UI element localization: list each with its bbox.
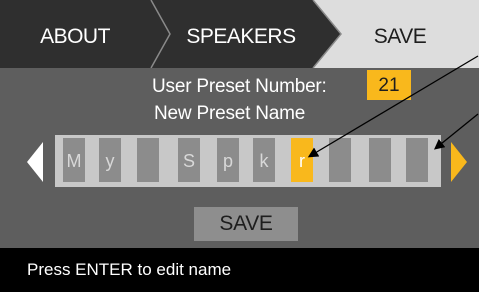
status-message: Press ENTER to edit name bbox=[27, 260, 232, 279]
preset-save-screen: ABOUT SPEAKERS SAVE User Preset Number: … bbox=[0, 0, 479, 292]
tab-about[interactable]: ABOUT bbox=[0, 0, 150, 68]
tab-speakers[interactable]: SPEAKERS bbox=[166, 0, 316, 68]
name-char-slot-selected[interactable]: r bbox=[291, 138, 313, 182]
name-char-slot[interactable] bbox=[369, 138, 391, 182]
name-char-slot[interactable]: p bbox=[217, 138, 239, 182]
name-char-slot[interactable]: y bbox=[99, 138, 121, 182]
status-bar: Press ENTER to edit name bbox=[0, 248, 479, 292]
tab-bar: ABOUT SPEAKERS SAVE bbox=[0, 0, 479, 68]
right-arrow-icon[interactable] bbox=[449, 140, 469, 184]
preset-number-label: User Preset Number: bbox=[152, 76, 327, 97]
name-char-slot[interactable] bbox=[137, 138, 159, 182]
name-char-slot[interactable] bbox=[329, 138, 351, 182]
preset-number-value[interactable]: 21 bbox=[367, 70, 411, 100]
left-arrow-icon[interactable] bbox=[25, 140, 45, 184]
tab-save[interactable]: SAVE bbox=[330, 0, 470, 68]
preset-name-label: New Preset Name bbox=[154, 103, 306, 124]
name-char-slot[interactable]: k bbox=[253, 138, 275, 182]
save-button[interactable]: SAVE bbox=[194, 207, 298, 241]
name-char-slot[interactable]: M bbox=[63, 138, 85, 182]
name-char-slot[interactable]: S bbox=[178, 138, 200, 182]
name-char-slot[interactable] bbox=[406, 138, 428, 182]
